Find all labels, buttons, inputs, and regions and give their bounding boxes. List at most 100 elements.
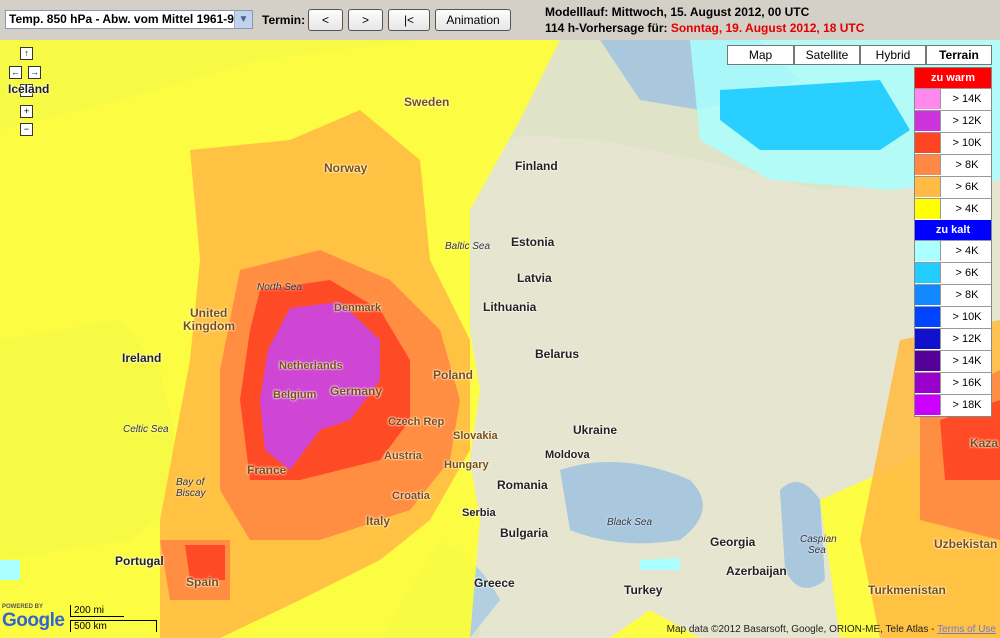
label-slovakia: Slovakia (453, 430, 498, 442)
label-austria: Austria (384, 450, 422, 462)
map-type-terrain[interactable]: Terrain (926, 45, 992, 65)
label-caspian-sea: Sea (808, 545, 826, 556)
pan-right-icon[interactable]: → (28, 66, 41, 79)
legend-label: > 14K (940, 89, 993, 109)
label-estonia: Estonia (511, 235, 555, 249)
map-type-hybrid[interactable]: Hybrid (860, 45, 926, 65)
label-turkey: Turkey (624, 583, 663, 597)
legend-row-cold: > 16K (915, 372, 991, 394)
model-run-label: Modelllauf: Mittwoch, 15. August 2012, 0… (545, 5, 810, 19)
legend-row-cold: > 6K (915, 262, 991, 284)
label-caspian: Caspian (800, 534, 837, 545)
legend-swatch (915, 89, 940, 109)
label-poland: Poland (433, 368, 474, 382)
label-belgium: Belgium (273, 389, 317, 401)
legend-label: > 18K (940, 395, 993, 415)
google-logo[interactable]: POWERED BY Google (2, 604, 65, 632)
label-portugal: Portugal (115, 554, 164, 568)
label-finland: Finland (515, 159, 558, 173)
label-sweden: Sweden (404, 95, 450, 109)
legend-swatch (915, 373, 940, 393)
legend-warm-header: zu warm (915, 68, 991, 88)
label-uzbekistan: Uzbekistan (934, 537, 998, 551)
previous-button[interactable]: < (308, 9, 343, 31)
label-italy: Italy (366, 514, 391, 528)
label-lithuania: Lithuania (483, 300, 537, 314)
copyright: Map data ©2012 Basarsoft, Google, ORION-… (667, 624, 996, 635)
scale-km: 500 km (70, 620, 157, 632)
forecast-prefix: 114 h-Vorhersage für: (545, 21, 668, 35)
forecast-label: 114 h-Vorhersage für: Sonntag, 19. Augus… (545, 21, 864, 35)
legend-label: > 12K (940, 111, 993, 131)
legend-label: > 8K (940, 155, 993, 175)
map-type-satellite[interactable]: Satellite (794, 45, 860, 65)
label-czech-rep: Czech Rep (388, 416, 445, 428)
label-denmark: Denmark (334, 302, 382, 314)
parameter-select-value: Temp. 850 hPa - Abw. vom Mittel 1961-90 (9, 12, 241, 26)
legend-row-cold: > 8K (915, 284, 991, 306)
map-type-map[interactable]: Map (727, 45, 794, 65)
terms-of-use-link[interactable]: Terms of Use (937, 624, 996, 635)
label-celtic-sea: Celtic Sea (123, 424, 169, 435)
legend-swatch (915, 395, 940, 415)
legend-label: > 8K (940, 285, 993, 305)
label-latvia: Latvia (517, 271, 552, 285)
label-ireland: Ireland (122, 351, 162, 365)
legend-label: > 12K (940, 329, 993, 349)
pan-up-icon[interactable]: ↑ (20, 47, 33, 60)
legend-swatch (915, 307, 940, 327)
label-netherlands: Netherlands (279, 360, 343, 372)
label-bulgaria: Bulgaria (500, 526, 549, 540)
legend-swatch (915, 199, 940, 219)
legend-swatch (915, 263, 940, 283)
label-azerbaijan: Azerbaijan (726, 564, 787, 578)
legend: zu warm > 14K > 12K > 10K > 8K > 6K > 4K zu k… (914, 67, 992, 417)
legend-row-cold: > 14K (915, 350, 991, 372)
legend-row-warm: > 4K (915, 198, 991, 220)
legend-swatch (915, 177, 940, 197)
label-black-sea: Black Sea (607, 517, 653, 528)
label-serbia: Serbia (462, 507, 496, 519)
legend-label: > 10K (940, 133, 993, 153)
legend-row-warm: > 10K (915, 132, 991, 154)
legend-row-warm: > 6K (915, 176, 991, 198)
label-turkmenistan: Turkmenistan (868, 583, 946, 597)
legend-label: > 6K (940, 177, 993, 197)
map-canvas[interactable]: ↑ ← → ↓ + − Iceland Sweden Norway Finlan… (0, 40, 1000, 638)
pan-left-icon[interactable]: ← (9, 66, 22, 79)
label-belarus: Belarus (535, 347, 580, 361)
forecast-date: Sonntag, 19. August 2012, 18 UTC (670, 21, 865, 35)
animation-button[interactable]: Animation (435, 9, 511, 31)
toolbar: Temp. 850 hPa - Abw. vom Mittel 1961-90 … (0, 0, 1000, 40)
google-wordmark: Google (2, 610, 65, 631)
label-spain: Spain (186, 575, 219, 589)
legend-row-warm: > 8K (915, 154, 991, 176)
parameter-select[interactable]: Temp. 850 hPa - Abw. vom Mittel 1961-90 … (5, 10, 253, 29)
chevron-down-icon[interactable]: ▼ (234, 11, 252, 28)
label-bay-of: Bay of (176, 477, 205, 488)
label-croatia: Croatia (392, 490, 430, 502)
scale-mi: 200 mi (70, 605, 124, 617)
label-greece: Greece (474, 576, 515, 590)
label-norway: Norway (324, 161, 368, 175)
label-north-sea: North Sea (257, 282, 303, 293)
first-button[interactable]: |< (388, 9, 430, 31)
legend-label: > 14K (940, 351, 993, 371)
label-georgia: Georgia (710, 535, 756, 549)
label-ukraine: Ukraine (573, 423, 618, 437)
zoom-out-icon[interactable]: − (20, 123, 33, 136)
legend-label: > 4K (940, 199, 993, 219)
legend-swatch (915, 329, 940, 349)
legend-label: > 16K (940, 373, 993, 393)
zoom-in-icon[interactable]: + (20, 105, 33, 118)
legend-row-warm: > 14K (915, 88, 991, 110)
label-iceland: Iceland (8, 82, 50, 96)
legend-row-warm: > 12K (915, 110, 991, 132)
legend-row-cold: > 10K (915, 306, 991, 328)
legend-swatch (915, 111, 940, 131)
legend-label: > 6K (940, 263, 993, 283)
label-kaza: Kaza (970, 436, 999, 450)
next-button[interactable]: > (348, 9, 383, 31)
label-moldova: Moldova (545, 449, 590, 461)
legend-swatch (915, 241, 940, 261)
